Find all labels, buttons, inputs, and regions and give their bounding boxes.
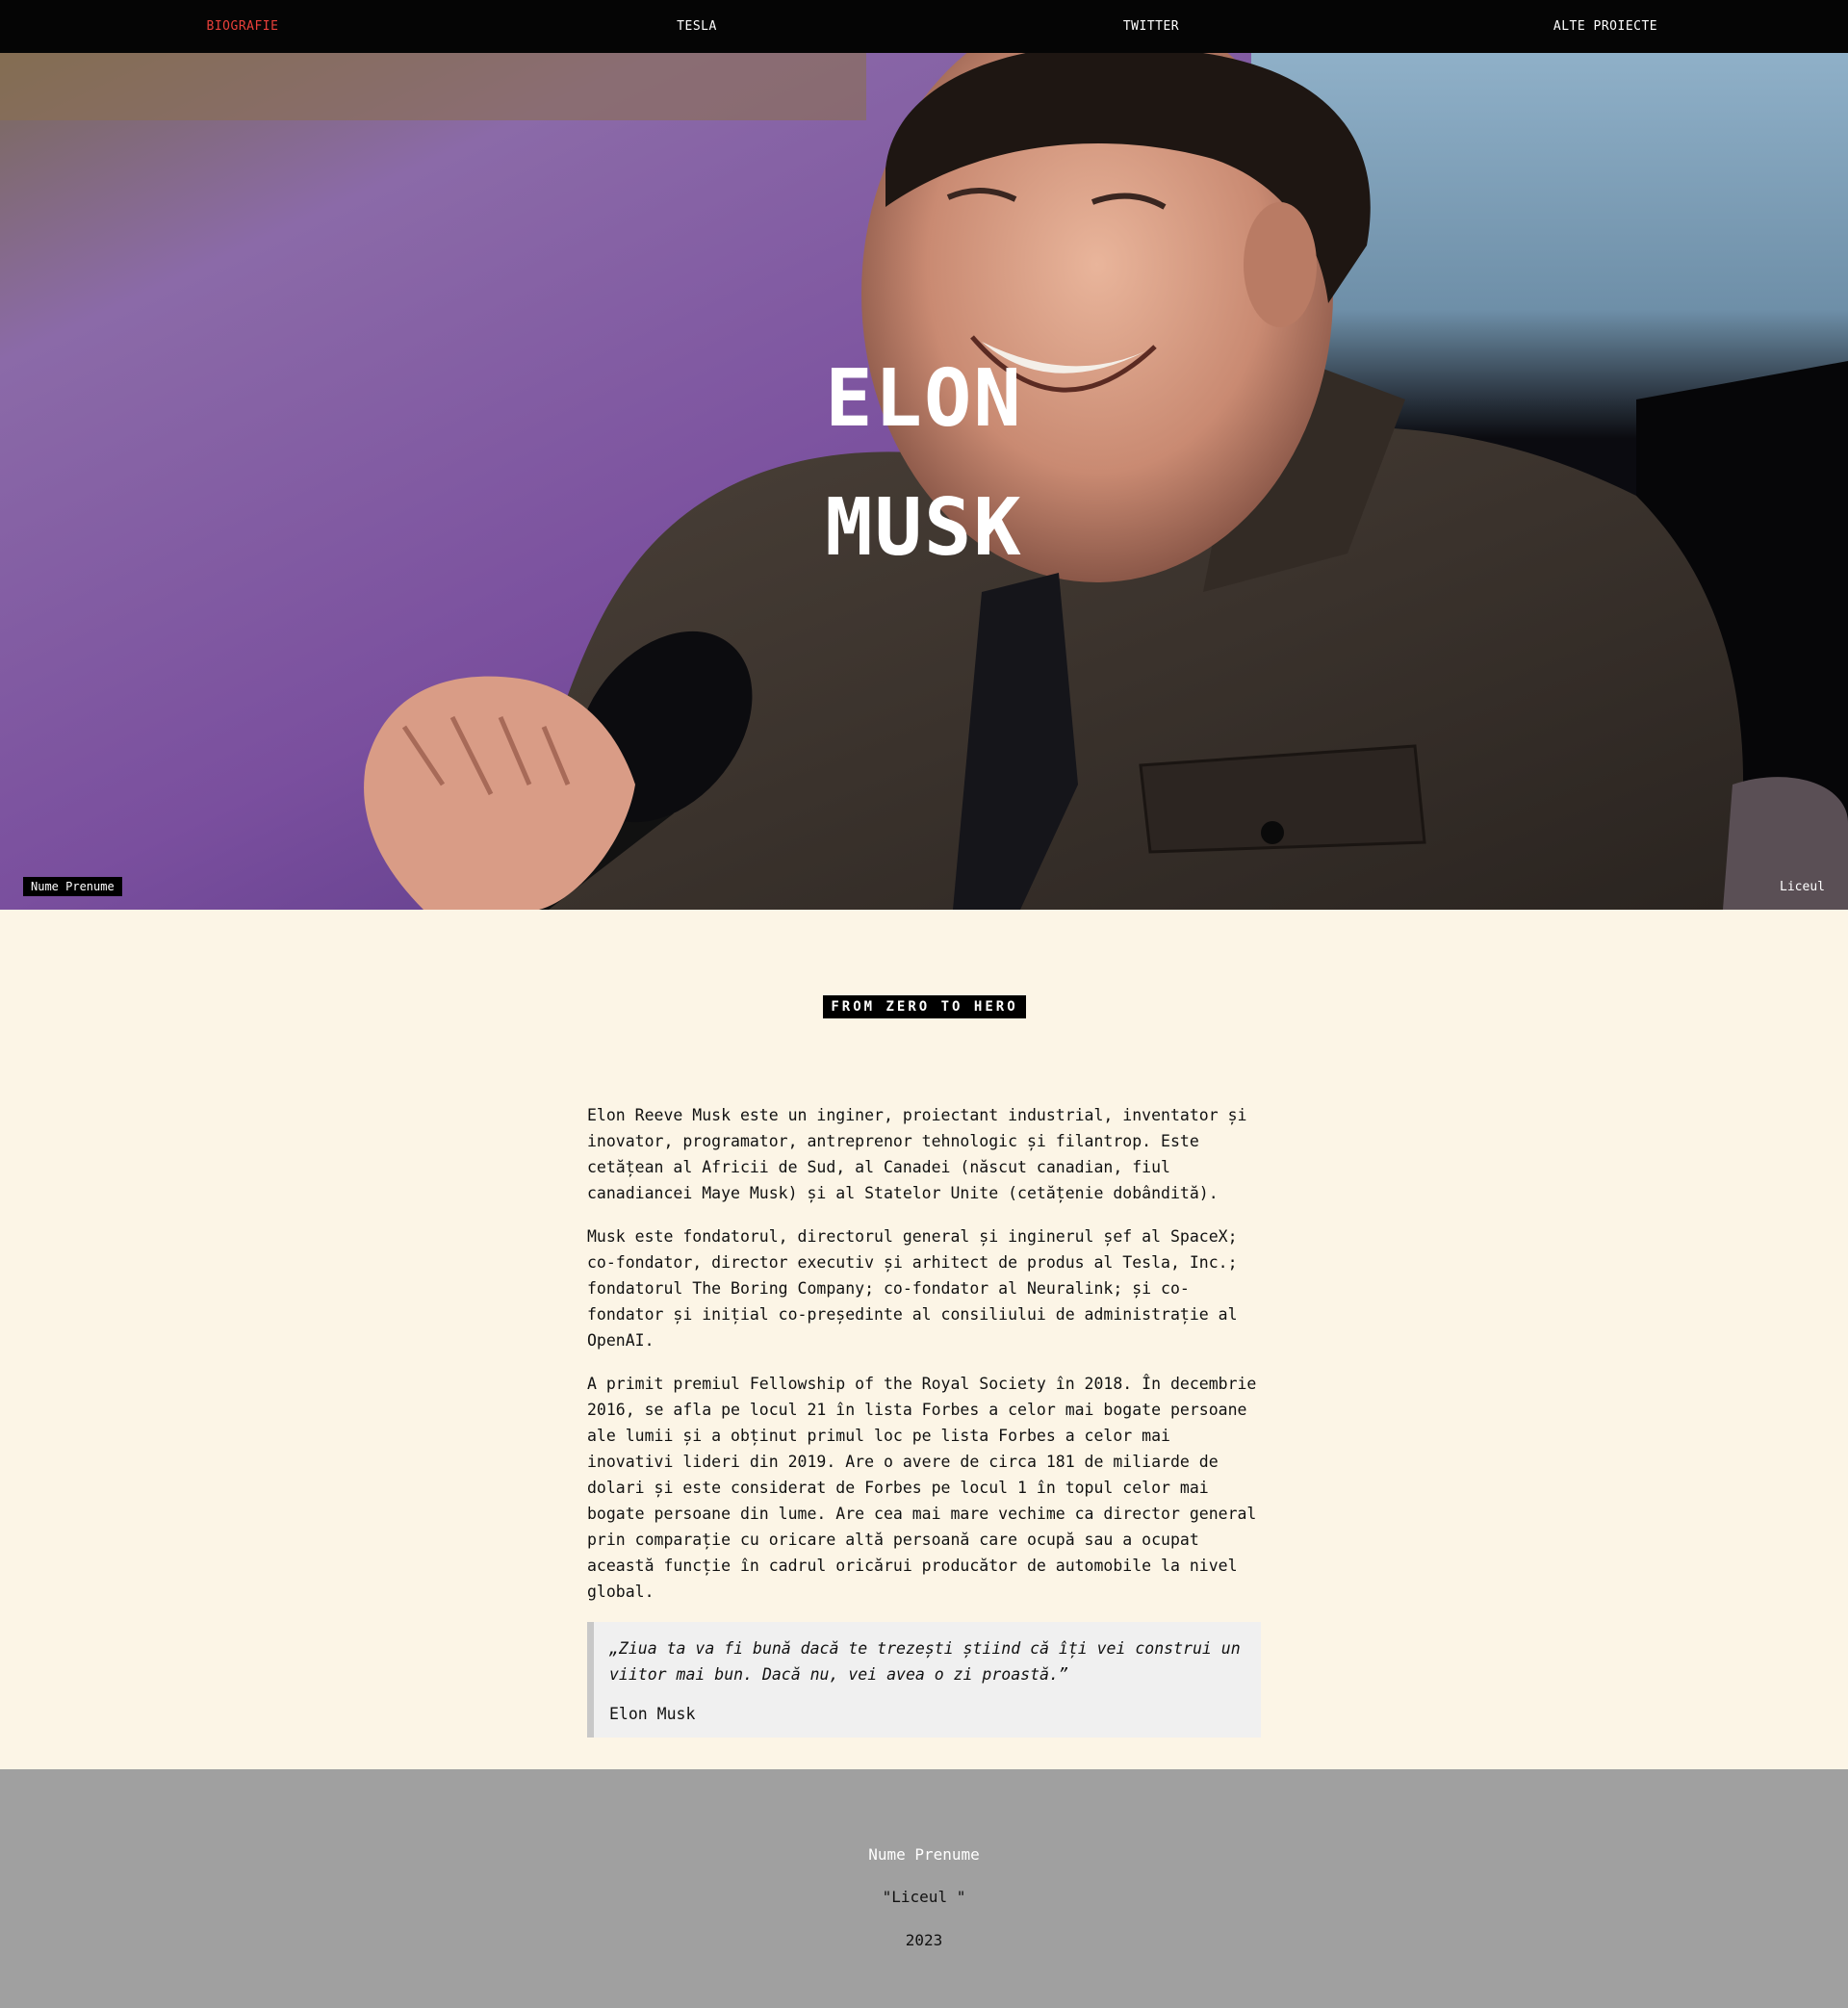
school-tag: Liceul: [1780, 880, 1825, 894]
section-badge: FROM ZERO TO HERO: [823, 995, 1026, 1018]
biography-paragraph: Musk este fondatorul, directorul general…: [587, 1227, 1238, 1350]
nav-link-alte-proiecte[interactable]: ALTE PROIECTE: [1509, 0, 1702, 53]
hero-first-name: ELON: [825, 353, 1023, 445]
hero-section: ELON MUSK Nume Prenume Liceul: [0, 53, 1848, 910]
hero-portrait-photo: [0, 53, 1848, 910]
quote-text: „Ziua ta va fi bună dacă te trezești ști…: [609, 1639, 1241, 1684]
nav-link-tesla[interactable]: TESLA: [601, 0, 793, 53]
quote-block: „Ziua ta va fi bună dacă te trezești ști…: [587, 1622, 1261, 1738]
footer-author-name: Nume Prenume: [868, 1845, 980, 1864]
page-footer: Nume Prenume "Liceul " 2023: [0, 1769, 1848, 2008]
author-tag: Nume Prenume: [23, 877, 122, 896]
biography-section: FROM ZERO TO HERO Elon Reeve Musk este u…: [0, 910, 1848, 1769]
nav-link-biografie[interactable]: BIOGRAFIE: [146, 0, 339, 53]
quote-author: Elon Musk: [609, 1705, 696, 1723]
footer-year: 2023: [905, 1931, 943, 1949]
footer-school: "Liceul ": [882, 1888, 966, 1906]
biography-paragraph: Elon Reeve Musk este un inginer, proiect…: [587, 1106, 1247, 1202]
biography-article: Elon Reeve Musk este un inginer, proiect…: [587, 1102, 1261, 1738]
hero-last-name: MUSK: [825, 482, 1023, 574]
biography-paragraph: A primit premiul Fellowship of the Royal…: [587, 1375, 1257, 1601]
nav-link-twitter[interactable]: TWITTER: [1055, 0, 1247, 53]
top-navigation: BIOGRAFIE TESLA TWITTER ALTE PROIECTE: [0, 0, 1848, 53]
